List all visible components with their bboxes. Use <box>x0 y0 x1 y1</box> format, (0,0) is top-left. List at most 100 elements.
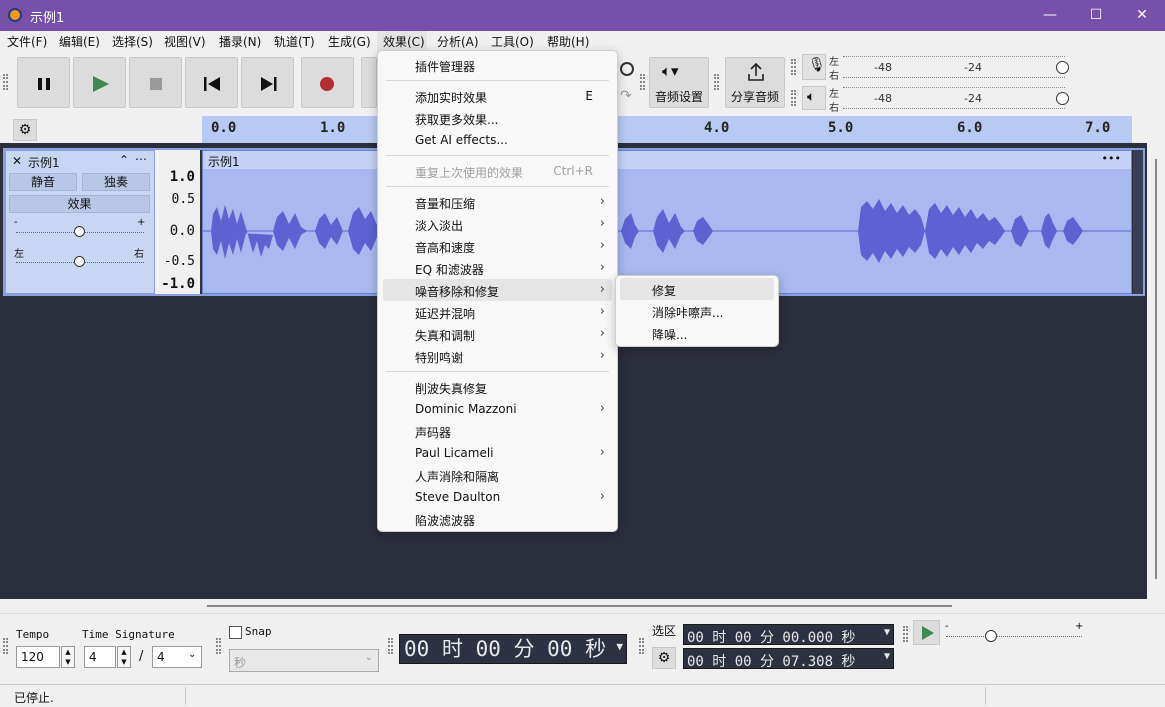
effects-menu-item[interactable]: EQ 和滤波器 › <box>378 257 617 279</box>
skip-end-button[interactable] <box>241 57 294 108</box>
record-meter-handle[interactable] <box>1056 61 1069 74</box>
menu-view[interactable]: 视图(V) <box>164 33 206 50</box>
play-at-speed-button[interactable] <box>913 620 940 645</box>
menu-effects[interactable]: 效果(C) <box>377 31 427 52</box>
toolbar-grip[interactable] <box>791 59 796 75</box>
effects-menu-item[interactable]: 声码器 <box>378 420 617 442</box>
menu-item-label: 声码器 <box>415 426 452 440</box>
effects-menu-item[interactable]: Paul Licameli › <box>378 442 617 464</box>
zoom-icon[interactable] <box>620 62 634 76</box>
collapse-icon[interactable]: ⌃ <box>119 153 129 167</box>
playback-speed-handle[interactable] <box>985 630 997 642</box>
close-track-icon[interactable]: ✕ <box>12 154 22 168</box>
selection-settings-gear-icon[interactable]: ⚙ <box>652 647 676 669</box>
playback-meter[interactable]: -48 -24 <box>843 87 1069 109</box>
playback-meter-button[interactable]: 🔈︎ <box>802 86 826 110</box>
effects-menu-item[interactable]: 失真和调制 › <box>378 323 617 345</box>
effects-menu-item[interactable]: 插件管理器 <box>378 54 617 76</box>
menu-tools[interactable]: 工具(O) <box>491 33 534 50</box>
play-button[interactable] <box>73 57 126 108</box>
vertical-scroll-thumb[interactable] <box>1155 159 1157 579</box>
toolbar-grip[interactable] <box>640 74 645 90</box>
effects-button[interactable]: 效果 <box>9 195 150 213</box>
effects-menu-item[interactable]: Get AI effects... <box>378 129 617 151</box>
time-signature-numerator[interactable]: 4 <box>84 646 116 668</box>
redo-icon[interactable]: ↷ <box>620 88 632 104</box>
selection-end[interactable]: 00 时 00 分 07.308 秒 ▼ <box>683 648 894 670</box>
playback-speed-slider[interactable] <box>946 636 1082 637</box>
effects-menu-item[interactable]: 特别鸣谢 › <box>378 345 617 367</box>
effects-menu-item[interactable]: 削波失真修复 <box>378 376 617 398</box>
submenu-item[interactable]: 消除咔嚓声... <box>620 300 774 322</box>
tempo-input[interactable]: 120 <box>16 646 60 668</box>
snap-unit-select[interactable]: 秒 ⌄ <box>229 649 379 672</box>
track-menu-icon[interactable]: ⋯ <box>135 152 147 166</box>
horizontal-scroll-thumb[interactable] <box>207 605 952 607</box>
timeline-ruler[interactable]: 0.0 1.0 4.0 5.0 6.0 7.0 <box>202 116 1132 143</box>
effects-menu-item[interactable]: 淡入淡出 › <box>378 213 617 235</box>
gain-slider-handle[interactable] <box>74 226 85 237</box>
share-audio-button[interactable]: 分享音频 <box>725 57 785 108</box>
record-button[interactable] <box>301 57 354 108</box>
effects-menu-item[interactable]: Dominic Mazzoni › <box>378 398 617 420</box>
menu-tracks[interactable]: 轨道(T) <box>274 33 315 50</box>
menu-file[interactable]: 文件(F) <box>7 33 47 50</box>
minimize-button[interactable]: — <box>1027 0 1073 31</box>
effects-menu-item[interactable]: Steve Daulton › <box>378 486 617 508</box>
solo-button[interactable]: 独奏 <box>82 173 150 191</box>
vertical-scrollbar[interactable] <box>1147 143 1165 599</box>
toolbar-grip[interactable] <box>714 74 719 90</box>
effects-menu-item[interactable]: 获取更多效果... <box>378 107 617 129</box>
clip-menu-icon[interactable]: ••• <box>1102 152 1121 165</box>
effects-menu-item[interactable]: 延迟并混响 › <box>378 301 617 323</box>
pan-slider-handle[interactable] <box>74 256 85 267</box>
effects-menu-item[interactable]: 音量和压缩 › <box>378 191 617 213</box>
effects-menu-item[interactable]: 添加实时效果 E <box>378 85 617 107</box>
gear-icon[interactable]: ⚙ <box>13 119 37 141</box>
app-icon <box>8 8 22 22</box>
audio-clip[interactable]: 示例1 ••• <box>202 150 1132 294</box>
toolbar-grip[interactable] <box>903 626 908 642</box>
stop-button[interactable] <box>129 57 182 108</box>
effects-menu-item[interactable]: 人声消除和隔离 <box>378 464 617 486</box>
effects-menu-item[interactable]: 音高和速度 › <box>378 235 617 257</box>
selection-start[interactable]: 00 时 00 分 00.000 秒 ▼ <box>683 624 894 646</box>
pause-button[interactable] <box>17 57 70 108</box>
menu-select[interactable]: 选择(S) <box>112 33 153 50</box>
tempo-stepper[interactable]: ▲ ▼ <box>61 646 75 668</box>
menu-help[interactable]: 帮助(H) <box>547 33 589 50</box>
toolbar-grip[interactable] <box>216 638 221 654</box>
horizontal-scrollbar[interactable] <box>0 599 1165 613</box>
clip-header[interactable]: 示例1 ••• <box>203 151 1131 169</box>
playback-meter-handle[interactable] <box>1056 92 1069 105</box>
close-button[interactable]: ✕ <box>1119 0 1165 31</box>
track-control-panel[interactable]: ✕ 示例1 ⌃ ⋯ 静音 独奏 效果 - + 左 右 <box>5 150 155 294</box>
record-meter-button[interactable]: 🎙︎ <box>802 54 826 80</box>
time-display[interactable]: 00 时 00 分 00 秒 ▼ <box>399 634 627 664</box>
menu-analyze[interactable]: 分析(A) <box>437 33 479 50</box>
record-meter[interactable]: -48 -24 <box>843 56 1069 78</box>
maximize-button[interactable]: ☐ <box>1073 0 1119 31</box>
numerator-stepper[interactable]: ▲ ▼ <box>117 646 131 668</box>
toolbar-grip[interactable] <box>3 638 8 654</box>
snap-checkbox[interactable] <box>229 626 242 639</box>
toolbar-grip[interactable] <box>639 638 644 654</box>
toolbar-grip[interactable] <box>388 638 393 654</box>
skip-start-button[interactable] <box>185 57 238 108</box>
effects-menu-item[interactable]: 陷波滤波器 <box>378 508 617 530</box>
loop-button[interactable] <box>361 57 377 108</box>
clip-name[interactable]: 示例1 <box>208 153 240 170</box>
vertical-scale[interactable]: 1.0 0.5 0.0 -0.5 -1.0 <box>155 150 202 294</box>
toolbar-grip[interactable] <box>791 90 796 106</box>
chevron-down-icon[interactable]: ⌄ <box>188 649 196 660</box>
effects-menu-item[interactable]: 噪音移除和修复 › <box>383 279 612 301</box>
submenu-item[interactable]: 修复 <box>620 278 774 300</box>
menu-generate[interactable]: 生成(G) <box>328 33 371 50</box>
audio-setup-button[interactable]: 🔈︎▾ 音频设置 <box>649 57 709 108</box>
menu-record[interactable]: 播录(N) <box>219 33 261 50</box>
track-name[interactable]: 示例1 <box>28 154 60 171</box>
menu-edit[interactable]: 编辑(E) <box>59 33 100 50</box>
toolbar-grip[interactable] <box>3 74 8 90</box>
mute-button[interactable]: 静音 <box>9 173 77 191</box>
submenu-item[interactable]: 降噪... <box>620 322 774 344</box>
